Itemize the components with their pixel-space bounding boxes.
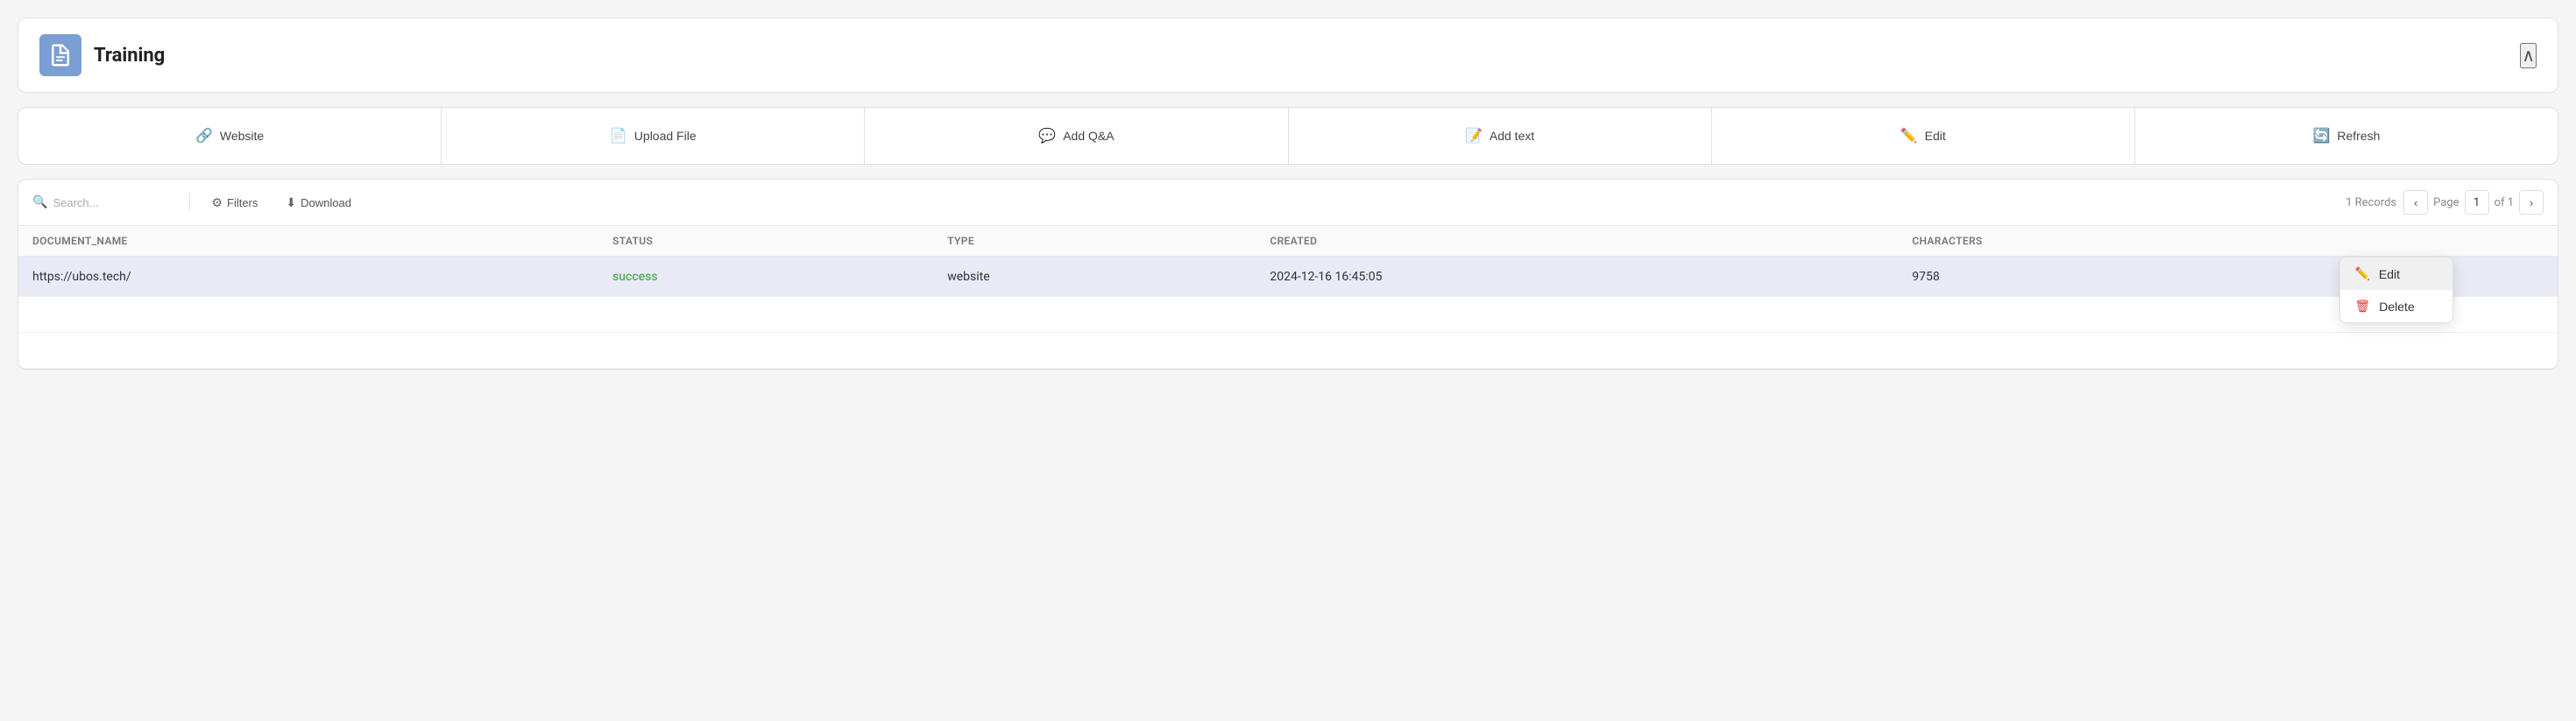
dropdown-delete-label: Delete — [2379, 300, 2414, 314]
document-icon — [39, 34, 81, 76]
cell-type: website — [933, 257, 1256, 297]
table-row: https://ubos.tech/ success website 2024-… — [18, 257, 2558, 297]
search-input[interactable] — [53, 196, 175, 209]
table-wrapper: DOCUMENT_NAME STATUS TYPE CREATED CHARAC… — [18, 226, 2558, 369]
next-page-button[interactable]: › — [2519, 190, 2544, 215]
filters-label: Filters — [227, 196, 258, 209]
upload-label: Upload File — [634, 129, 697, 143]
divider — [189, 194, 190, 211]
table-section: 🔍 ⚙ Filters ⬇ Download 1 Records ‹ Page … — [18, 179, 2558, 370]
collapse-button[interactable]: ∧ — [2520, 43, 2537, 68]
trash-icon: 🗑 — [2354, 299, 2370, 314]
dropdown-edit-label: Edit — [2379, 267, 2400, 281]
edit-pencil-icon: ✏️ — [2354, 266, 2369, 281]
filters-icon: ⚙ — [211, 195, 223, 210]
filters-button[interactable]: ⚙ Filters — [204, 192, 265, 214]
records-info: 1 Records ‹ Page 1 of 1 › — [2346, 190, 2544, 215]
toolbar: 🔗 Website 📄 Upload File 💬 Add Q&A 📝 Add … — [18, 107, 2558, 165]
col-document-name: DOCUMENT_NAME — [18, 226, 598, 257]
cell-status: success — [598, 257, 933, 297]
refresh-icon: 🔄 — [2312, 127, 2330, 145]
table-row-empty-2 — [18, 333, 2558, 369]
data-table: DOCUMENT_NAME STATUS TYPE CREATED CHARAC… — [18, 226, 2558, 369]
edit-label: Edit — [1925, 129, 1946, 143]
page-title: Training — [94, 45, 165, 67]
dropdown-menu: ✏️ Edit 🗑 Delete — [2339, 257, 2453, 323]
pagination: ‹ Page 1 of 1 › — [2403, 190, 2544, 215]
header-left: Training — [39, 34, 165, 76]
header-card: Training ∧ — [18, 18, 2558, 93]
empty-cell — [18, 297, 598, 333]
upload-file-button[interactable]: 📄 Upload File — [442, 108, 865, 164]
download-icon: ⬇ — [286, 195, 296, 210]
edit-icon: ✏️ — [1900, 127, 1918, 145]
table-body: https://ubos.tech/ success website 2024-… — [18, 257, 2558, 369]
add-text-label: Add text — [1490, 129, 1534, 143]
search-icon: 🔍 — [32, 195, 47, 209]
text-icon: 📝 — [1465, 127, 1483, 145]
dropdown-edit-button[interactable]: ✏️ Edit — [2340, 258, 2452, 290]
current-page: 1 — [2465, 190, 2489, 215]
website-button[interactable]: 🔗 Website — [18, 108, 442, 164]
cell-actions: ··· ✏️ Edit 🗑 Delete — [2348, 257, 2558, 297]
dropdown-delete-button[interactable]: 🗑 Delete — [2340, 290, 2452, 322]
table-row-empty-1 — [18, 297, 2558, 333]
cell-characters: 9758 — [1898, 257, 2348, 297]
col-characters: CHARACTERS — [1898, 226, 2348, 257]
page-total: of 1 — [2495, 196, 2514, 209]
download-button[interactable]: ⬇ Download — [279, 192, 358, 214]
link-icon: 🔗 — [195, 127, 213, 145]
col-status: STATUS — [598, 226, 933, 257]
edit-button[interactable]: ✏️ Edit — [1712, 108, 2135, 164]
col-created: CREATED — [1256, 226, 1898, 257]
add-text-button[interactable]: 📝 Add text — [1289, 108, 1712, 164]
col-type: TYPE — [933, 226, 1256, 257]
col-actions — [2348, 226, 2558, 257]
refresh-label: Refresh — [2337, 129, 2380, 143]
download-label: Download — [301, 196, 351, 209]
controls-bar: 🔍 ⚙ Filters ⬇ Download 1 Records ‹ Page … — [18, 180, 2558, 226]
refresh-button[interactable]: 🔄 Refresh — [2135, 108, 2558, 164]
website-label: Website — [220, 129, 264, 143]
upload-icon: 📄 — [610, 127, 627, 145]
empty-cell-2 — [18, 333, 598, 369]
search-wrapper: 🔍 — [32, 195, 175, 209]
cell-created: 2024-12-16 16:45:05 — [1256, 257, 1898, 297]
cell-document-name: https://ubos.tech/ — [18, 257, 598, 297]
page-label: Page — [2433, 196, 2459, 209]
records-count: 1 Records — [2346, 196, 2396, 209]
qa-label: Add Q&A — [1063, 129, 1114, 143]
prev-page-button[interactable]: ‹ — [2403, 190, 2428, 215]
add-qa-button[interactable]: 💬 Add Q&A — [865, 108, 1288, 164]
table-header: DOCUMENT_NAME STATUS TYPE CREATED CHARAC… — [18, 226, 2558, 257]
qa-icon: 💬 — [1038, 127, 1056, 145]
